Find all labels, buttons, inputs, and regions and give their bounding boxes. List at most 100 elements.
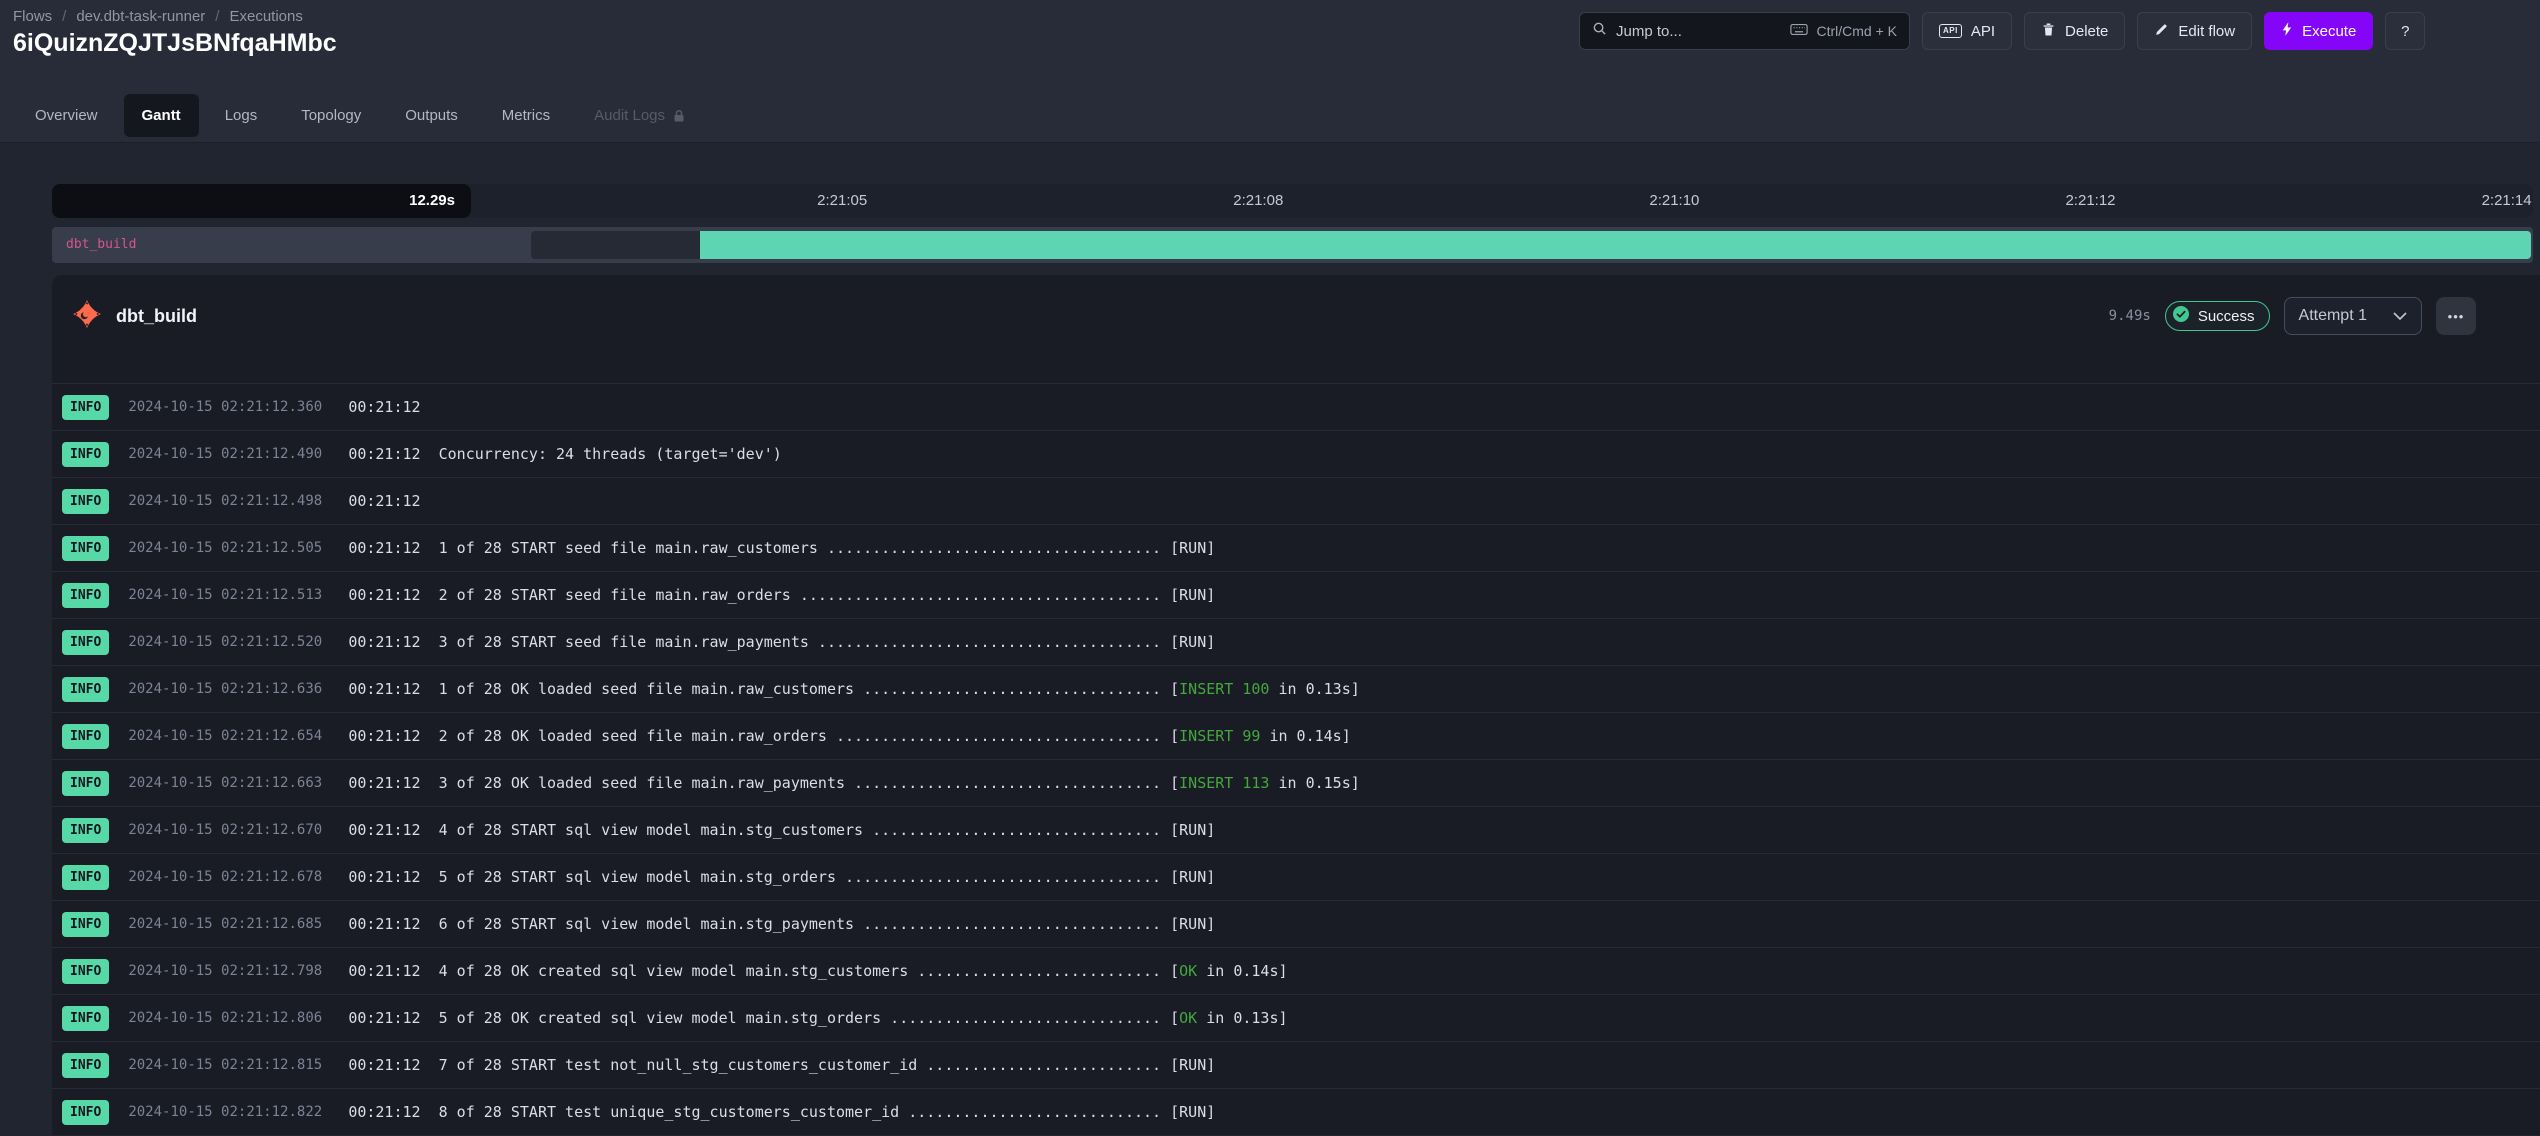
log-level-badge: INFO [62,1100,109,1125]
api-button[interactable]: API API [1922,12,2012,50]
gantt-view: 12.29s 2:21:052:21:082:21:102:21:122:21:… [0,143,2540,1131]
shortcut-label: Ctrl/Cmd + K [1816,23,1897,39]
log-row: INFO 2024-10-15 02:21:12.663 00:21:12 3 … [52,759,2540,806]
log-row: INFO 2024-10-15 02:21:12.798 00:21:12 4 … [52,947,2540,994]
log-level-badge: INFO [62,1006,109,1031]
log-row: INFO 2024-10-15 02:21:12.505 00:21:12 1 … [52,524,2540,571]
attempt-select[interactable]: Attempt 1 [2284,297,2422,335]
tab-label: Outputs [405,107,458,124]
app-header: Flows/dev.dbt-task-runner/Executions 6iQ… [0,0,2540,143]
log-message: 00:21:12 2 of 28 OK loaded seed file mai… [348,727,1350,745]
tab-gantt[interactable]: Gantt [124,94,199,137]
breadcrumb-item[interactable]: Flows [13,8,52,25]
log-message: 00:21:12 5 of 28 OK created sql view mod… [348,1009,1287,1027]
log-timestamp: 2024-10-15 02:21:12.806 [128,1010,328,1026]
api-icon: API [1939,24,1962,38]
log-timestamp: 2024-10-15 02:21:12.513 [128,587,328,603]
log-row: INFO 2024-10-15 02:21:12.822 00:21:12 8 … [52,1088,2540,1135]
log-message: 00:21:12 4 of 28 OK created sql view mod… [348,962,1287,980]
search-input[interactable] [1616,23,1736,40]
log-list: INFO 2024-10-15 02:21:12.360 00:21:12 IN… [52,383,2540,1135]
tab-bar: Overview Gantt Logs Topology Outputs Met… [0,59,2540,142]
dbt-icon [72,299,102,334]
help-button[interactable]: ? [2385,12,2425,50]
log-timestamp: 2024-10-15 02:21:12.498 [128,493,328,509]
log-level-badge: INFO [62,912,109,937]
delete-button[interactable]: Delete [2024,12,2125,50]
task-name: dbt_build [116,306,197,327]
jump-to-search[interactable]: Ctrl/Cmd + K [1579,12,1910,50]
log-level-badge: INFO [62,395,109,420]
log-row: INFO 2024-10-15 02:21:12.670 00:21:12 4 … [52,806,2540,853]
log-level-badge: INFO [62,630,109,655]
log-timestamp: 2024-10-15 02:21:12.490 [128,446,328,462]
search-icon [1592,21,1607,41]
log-row: INFO 2024-10-15 02:21:12.685 00:21:12 6 … [52,900,2540,947]
log-timestamp: 2024-10-15 02:21:12.678 [128,869,328,885]
log-message: 00:21:12 1 of 28 START seed file main.ra… [348,539,1215,557]
log-row: INFO 2024-10-15 02:21:12.636 00:21:12 1 … [52,665,2540,712]
tab-label: Topology [301,107,361,124]
log-message: 00:21:12 2 of 28 START seed file main.ra… [348,586,1215,604]
timeline-tick-label: 2:21:14 [2482,184,2532,218]
log-message: 00:21:12 [348,398,420,416]
edit-flow-button-label: Edit flow [2178,23,2235,40]
gantt-task-label[interactable]: dbt_build [66,227,136,263]
status-label: Success [2198,308,2255,325]
keyboard-icon [1790,23,1808,39]
log-level-badge: INFO [62,677,109,702]
gantt-bar-pending [531,231,700,259]
lock-icon [673,109,685,123]
timeline-tick-label: 2:21:10 [1649,184,1699,218]
log-message: 00:21:12 Concurrency: 24 threads (target… [348,445,781,463]
log-row: INFO 2024-10-15 02:21:12.490 00:21:12 Co… [52,430,2540,477]
log-timestamp: 2024-10-15 02:21:12.360 [128,399,328,415]
breadcrumb-separator: / [62,8,66,25]
log-level-badge: INFO [62,442,109,467]
log-message: 00:21:12 4 of 28 START sql view model ma… [348,821,1215,839]
timeline-tick-label: 2:21:12 [2065,184,2115,218]
gantt-bar-running[interactable] [700,231,2531,259]
log-message: 00:21:12 6 of 28 START sql view model ma… [348,915,1215,933]
log-row: INFO 2024-10-15 02:21:12.513 00:21:12 2 … [52,571,2540,618]
execute-button[interactable]: Execute [2264,12,2373,50]
timeline-ticks: 2:21:052:21:082:21:102:21:122:21:14 [471,184,2533,218]
tab-outputs[interactable]: Outputs [387,94,476,137]
log-level-badge: INFO [62,1053,109,1078]
attempt-label: Attempt 1 [2299,307,2367,325]
log-timestamp: 2024-10-15 02:21:12.798 [128,963,328,979]
trash-icon [2041,22,2056,41]
log-timestamp: 2024-10-15 02:21:12.636 [128,681,328,697]
gantt-timeline-header: 12.29s 2:21:052:21:082:21:102:21:122:21:… [52,184,2533,218]
keyboard-shortcut: Ctrl/Cmd + K [1790,23,1897,39]
log-timestamp: 2024-10-15 02:21:12.815 [128,1057,328,1073]
tab-label: Audit Logs [594,107,665,124]
tab-label: Gantt [142,107,181,124]
log-level-badge: INFO [62,865,109,890]
log-timestamp: 2024-10-15 02:21:12.822 [128,1104,328,1120]
tab-metrics[interactable]: Metrics [484,94,568,137]
check-circle-icon [2172,305,2190,327]
tab-logs[interactable]: Logs [207,94,276,137]
log-row: INFO 2024-10-15 02:21:12.815 00:21:12 7 … [52,1041,2540,1088]
log-level-badge: INFO [62,536,109,561]
gantt-duration-box: 12.29s [52,184,471,218]
edit-flow-button[interactable]: Edit flow [2137,12,2252,50]
timeline-tick-label: 2:21:08 [1233,184,1283,218]
breadcrumb-item[interactable]: dev.dbt-task-runner [76,8,205,25]
tab-label: Logs [225,107,258,124]
breadcrumb-item[interactable]: Executions [229,8,302,25]
tab-audit-logs[interactable]: Audit Logs [576,94,703,137]
log-timestamp: 2024-10-15 02:21:12.663 [128,775,328,791]
tab-overview[interactable]: Overview [17,94,116,137]
log-timestamp: 2024-10-15 02:21:12.670 [128,822,328,838]
log-level-badge: INFO [62,771,109,796]
pencil-icon [2154,22,2169,41]
header-actions: Ctrl/Cmd + K API API Delete Edit flow Ex… [1579,12,2425,50]
log-message: 00:21:12 5 of 28 START sql view model ma… [348,868,1215,886]
tab-topology[interactable]: Topology [283,94,379,137]
status-badge: Success [2165,301,2270,331]
log-row: INFO 2024-10-15 02:21:12.678 00:21:12 5 … [52,853,2540,900]
execute-button-label: Execute [2302,23,2356,40]
more-options-button[interactable]: ••• [2436,297,2476,335]
